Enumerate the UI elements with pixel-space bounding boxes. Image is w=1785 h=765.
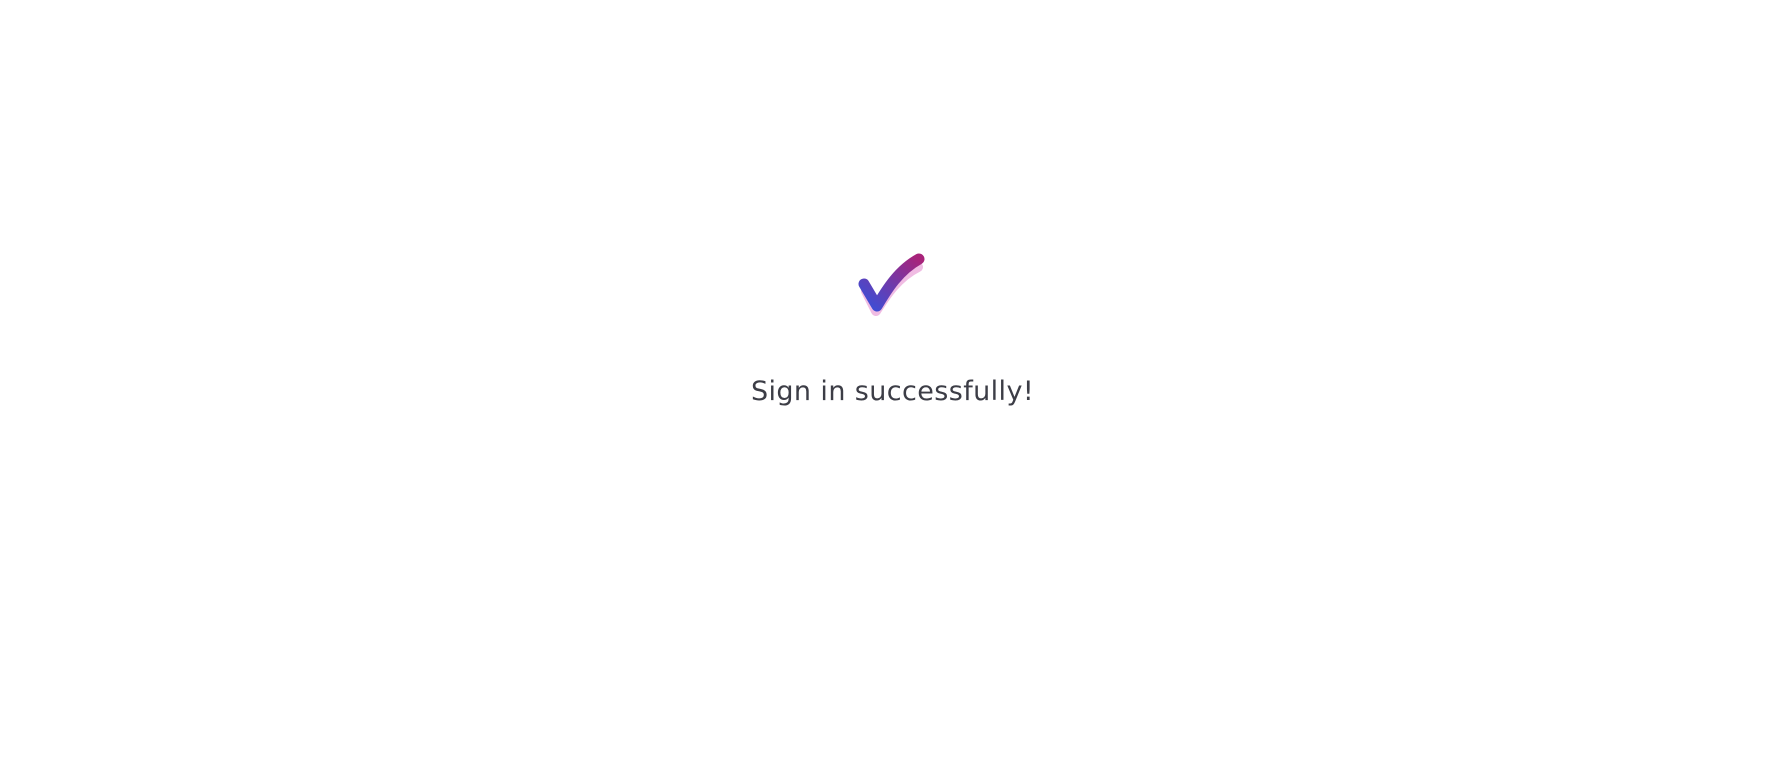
check-icon [852, 250, 932, 326]
sign-in-success-panel: Sign in successfully! [0, 0, 1785, 765]
success-message: Sign in successfully! [750, 376, 1035, 407]
